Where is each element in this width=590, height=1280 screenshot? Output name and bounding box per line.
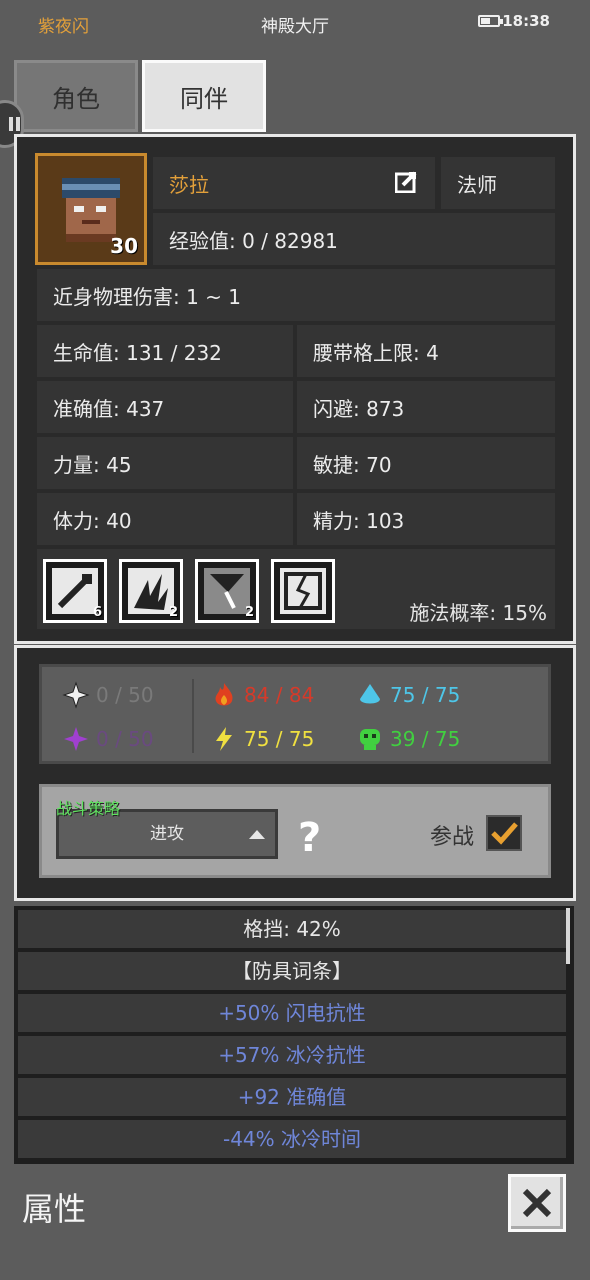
fire-icon: [215, 683, 233, 706]
page-title: 属性: [22, 1190, 87, 1228]
property-list[interactable]: 格挡: 42% 【防具词条】 +50% 闪电抗性 +57% 冰冷抗性 +92 准…: [14, 906, 574, 1164]
character-portrait[interactable]: 30: [35, 153, 147, 265]
character-panel: 30 莎拉 法师 经验值: 0 / 82981 近身物理伤害: 1 ~ 1 生命…: [14, 134, 576, 644]
strategy-label: 战斗策略: [56, 799, 121, 818]
chevron-up-icon: [249, 830, 265, 839]
list-item: -44% 冰冷时间: [18, 1120, 566, 1158]
status-bar: 紫夜闪 神殿大厅 18:38: [0, 0, 590, 44]
close-button[interactable]: [508, 1174, 566, 1232]
res-physical: 0 / 50: [62, 681, 154, 709]
experience: 经验值: 0 / 82981: [153, 213, 555, 265]
list-item: +92 准确值: [18, 1078, 566, 1116]
wand-icon: [52, 568, 98, 614]
checkmark-icon: [491, 822, 518, 845]
res-purple: 0 / 50: [62, 725, 154, 753]
cracked-shield-icon: [280, 568, 326, 614]
battery-icon: [478, 15, 503, 27]
character-class: 法师: [441, 157, 555, 209]
resistance-box: 0 / 50 0 / 50 84 / 84 75 / 75 75 / 75 39…: [39, 664, 551, 764]
edit-icon[interactable]: [395, 171, 417, 193]
res-fire: 84 / 84: [210, 681, 314, 709]
stat-accuracy: 准确值: 437: [37, 381, 293, 433]
strategy-selected: 进攻: [150, 824, 184, 844]
character-name: 莎拉: [169, 172, 209, 197]
help-icon[interactable]: ?: [298, 815, 321, 861]
list-item: 格挡: 42%: [18, 910, 566, 948]
strategy-box: 进攻 战斗策略 ? 参战: [39, 784, 551, 878]
character-level: 30: [110, 234, 138, 258]
stat-belt-limit: 腰带格上限: 4: [297, 325, 555, 377]
character-name-row: 莎拉: [153, 157, 435, 209]
res-cold: 75 / 75: [356, 681, 460, 709]
skill-count: 2: [244, 605, 254, 620]
water-drop-icon: [360, 684, 380, 704]
skill-slot-3[interactable]: 2: [195, 559, 259, 623]
skill-slot-2[interactable]: 2: [119, 559, 183, 623]
shuriken-icon: [62, 681, 90, 709]
tab-partner[interactable]: 同伴: [142, 60, 266, 132]
join-battle-checkbox[interactable]: [486, 815, 522, 851]
stat-agility: 敏捷: 70: [297, 437, 555, 489]
divider: [192, 679, 194, 753]
stat-strength: 力量: 45: [37, 437, 293, 489]
list-item: 【防具词条】: [18, 952, 566, 990]
cast-rate: 施法概率: 15%: [409, 601, 547, 625]
status-time: 18:38: [502, 12, 550, 30]
skill-slot-1[interactable]: 6: [43, 559, 107, 623]
stat-hp: 生命值: 131 / 232: [37, 325, 293, 377]
skull-icon: [360, 729, 380, 750]
melee-damage: 近身物理伤害: 1 ~ 1: [37, 269, 555, 321]
list-item: +50% 闪电抗性: [18, 994, 566, 1032]
skill-count: 2: [168, 605, 178, 620]
purple-star-icon: [64, 727, 88, 751]
list-scrollbar[interactable]: [566, 908, 570, 964]
skill-count: 6: [92, 605, 102, 620]
broken-sword-icon: [204, 568, 250, 614]
close-icon: [522, 1188, 552, 1218]
lightning-icon: [216, 727, 232, 751]
resistance-panel: 0 / 50 0 / 50 84 / 84 75 / 75 75 / 75 39…: [14, 645, 576, 901]
stat-dodge: 闪避: 873: [297, 381, 555, 433]
res-lightning: 75 / 75: [210, 725, 314, 753]
flame-burst-icon: [128, 568, 174, 614]
stat-stamina: 体力: 40: [37, 493, 293, 545]
skill-slot-4[interactable]: [271, 559, 335, 623]
tab-role[interactable]: 角色: [14, 60, 138, 132]
join-battle-label: 参战: [430, 825, 475, 850]
stat-energy: 精力: 103: [297, 493, 555, 545]
list-item: +57% 冰冷抗性: [18, 1036, 566, 1074]
res-poison: 39 / 75: [356, 725, 460, 753]
